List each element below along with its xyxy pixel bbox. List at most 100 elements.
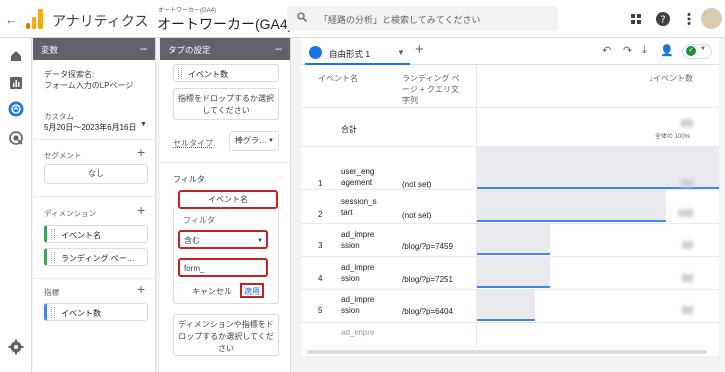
match-value-input[interactable]: form_ — [178, 258, 268, 277]
event-name-cell: ad_impre ssion — [341, 295, 375, 315]
row-bar-line — [477, 220, 666, 222]
divider — [301, 107, 719, 108]
date-range-selector[interactable]: 5月20日～2023年6月16日 — [44, 122, 137, 133]
reports-icon[interactable] — [8, 75, 24, 91]
chevron-down-icon: ▼ — [700, 46, 706, 52]
scrollbar-thumb[interactable] — [307, 350, 707, 354]
share-icon[interactable]: 👤 — [660, 44, 674, 57]
edit-pencil-icon — [309, 46, 322, 59]
apps-grid-icon[interactable] — [628, 11, 644, 27]
variables-panel: 変数 – データ探索名: フォーム入力のLPページ カスタム 5月20日～202… — [33, 38, 156, 372]
dimension-chip-landing-page[interactable]: ランディング ペー… — [44, 248, 148, 266]
drag-handle-icon[interactable] — [178, 68, 182, 79]
column-header-event-name[interactable]: イベント名 — [318, 73, 358, 84]
drag-handle-icon[interactable] — [51, 229, 55, 240]
add-metric-button[interactable]: + — [137, 281, 145, 297]
collapse-tab-settings-button[interactable]: – — [275, 41, 282, 55]
metric-chip-event-count[interactable]: イベント数 — [44, 303, 148, 321]
segment-none[interactable]: なし — [44, 164, 148, 184]
dimension-chip-label: ランディング ペー… — [61, 254, 135, 263]
add-dimension-button[interactable]: + — [137, 202, 145, 218]
divider — [160, 162, 291, 163]
total-label: 合計 — [341, 125, 357, 134]
analytics-logo[interactable] — [26, 9, 44, 29]
more-vert-icon[interactable] — [681, 11, 697, 27]
match-type-select[interactable]: 含む ▼ — [178, 230, 268, 249]
date-custom-label: カスタム — [44, 112, 74, 121]
explore-icon[interactable] — [8, 101, 24, 117]
check-icon: ✓ — [686, 46, 696, 56]
divider — [301, 322, 719, 323]
tab-settings-header: タブの設定 – — [160, 38, 290, 60]
dimension-chip-event-name[interactable]: イベント名 — [44, 225, 148, 243]
variables-title: 変数 — [41, 45, 59, 55]
left-nav — [0, 38, 32, 372]
dimension-title: ディメンション — [44, 209, 96, 218]
home-icon[interactable] — [8, 48, 24, 64]
chevron-down-icon[interactable]: ▼ — [397, 48, 405, 57]
add-segment-button[interactable]: + — [137, 144, 145, 160]
add-tab-button[interactable]: + — [415, 41, 424, 58]
drag-handle-icon[interactable] — [51, 307, 55, 318]
horizontal-scrollbar[interactable] — [301, 348, 719, 356]
landing-page-cell: /blog/?p=6404 — [402, 307, 453, 316]
tab-settings-panel: タブの設定 – イベント数 指標をドロップするか選択してください セルタイプ 棒… — [160, 38, 291, 372]
redacted-value — [682, 274, 693, 282]
redacted-value — [681, 119, 693, 127]
total-percent: 全体の 100% — [655, 134, 691, 140]
landing-page-cell: /blog/?p=7459 — [402, 242, 453, 251]
metric-title: 指標 — [44, 288, 59, 297]
metric-chip-label: イベント数 — [61, 309, 101, 318]
event-name-cell: user_eng agement — [341, 167, 375, 187]
svg-text:?: ? — [660, 15, 665, 26]
avatar[interactable] — [701, 8, 722, 29]
cell-type-value: 棒グラ… — [235, 136, 267, 145]
back-arrow-icon[interactable]: ← — [5, 12, 18, 27]
search-bar[interactable]: 「経路の分析」と検索してみてください — [287, 6, 558, 31]
top-bar: ← アナリティクス オートワーカー(GA4) オートワーカー(GA4) 「経路の… — [0, 0, 725, 38]
filter-dimension-chip[interactable]: イベント名 — [178, 190, 278, 209]
account-subtitle[interactable]: オートワーカー(GA4) — [158, 5, 216, 14]
report-canvas: 自由形式 1 ▼ + ↶ ↷ ⤓ 👤 ✓ ▼ イベント名 ランディング ページ … — [301, 38, 719, 348]
drop-metric-target[interactable]: 指標をドロップするか選択してください — [173, 88, 279, 120]
collapse-variables-button[interactable]: – — [140, 41, 147, 55]
status-indicator[interactable]: ✓ ▼ — [682, 44, 712, 59]
column-header-landing-page[interactable]: ランディング ページ + クエリ文字列 — [402, 73, 462, 106]
drop-dimension-target[interactable]: ディメンションや指標をドロップするか選択してください — [173, 314, 279, 356]
date-range-dropdown-icon[interactable]: ▼ — [140, 121, 147, 128]
row-bar-line — [477, 286, 550, 288]
exploration-name-input[interactable]: フォーム入力のLPページ — [44, 80, 133, 91]
advertising-icon[interactable] — [8, 130, 24, 146]
settings-gear-icon[interactable] — [8, 339, 24, 355]
row-bar — [477, 224, 550, 255]
row-bar — [477, 257, 550, 288]
download-icon[interactable]: ⤓ — [642, 44, 647, 57]
tab-free-form[interactable]: 自由形式 1 ▼ — [305, 41, 410, 65]
chevron-down-icon: ▼ — [257, 238, 263, 244]
divider — [33, 139, 156, 140]
row-number: 4 — [318, 274, 323, 283]
property-selector[interactable]: オートワーカー(GA4) — [157, 14, 292, 34]
event-name-cell: ad_impre ssion — [341, 263, 375, 283]
filter-editor: フィルタ 含む ▼ form_ キャンセル 適用 — [173, 208, 279, 304]
filter-label: フィルタ — [183, 216, 215, 225]
redo-icon[interactable]: ↷ — [623, 44, 632, 57]
help-icon[interactable]: ? — [655, 11, 671, 27]
report-tab-bar: 自由形式 1 ▼ + ↶ ↷ ⤓ 👤 ✓ ▼ — [301, 38, 719, 65]
divider — [33, 196, 156, 197]
variables-header: 変数 – — [33, 38, 155, 60]
row-number: 2 — [318, 210, 323, 219]
metric-chip-value[interactable]: イベント数 — [173, 64, 279, 82]
drag-handle-icon[interactable] — [51, 252, 55, 263]
row-number: 3 — [318, 241, 323, 250]
app-title: アナリティクス — [52, 13, 149, 29]
undo-icon[interactable]: ↶ — [602, 44, 611, 57]
column-header-event-count[interactable]: ↓イベント数 — [649, 73, 693, 84]
apply-button[interactable]: 適用 — [240, 283, 264, 298]
match-type-value: 含む — [184, 236, 200, 245]
row-bar — [477, 290, 535, 321]
cancel-button[interactable]: キャンセル — [192, 286, 232, 297]
cell-type-select[interactable]: 棒グラ… ▼ — [229, 131, 279, 151]
event-name-cell: session_s tart — [341, 197, 377, 217]
row-number: 1 — [318, 179, 323, 188]
